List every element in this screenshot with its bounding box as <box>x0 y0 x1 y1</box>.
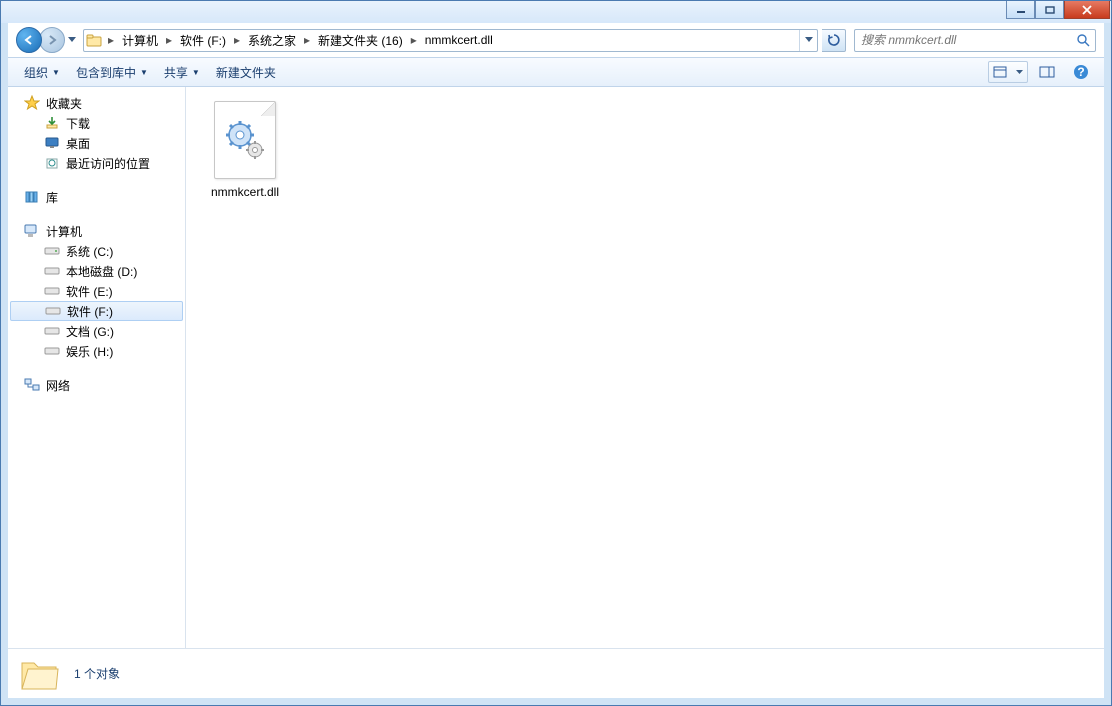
sidebar-item-desktop[interactable]: 桌面 <box>8 133 185 153</box>
sidebar-item-downloads[interactable]: 下载 <box>8 113 185 133</box>
newfolder-label: 新建文件夹 <box>216 64 276 81</box>
nav-history-dropdown[interactable] <box>65 30 79 50</box>
include-in-library-menu[interactable]: 包含到库中 ▼ <box>68 58 156 86</box>
folder-large-icon <box>18 653 60 695</box>
sidebar-item-drive-h[interactable]: 娱乐 (H:) <box>8 341 185 361</box>
address-bar[interactable]: ▸ 计算机▸ 软件 (F:)▸ 系统之家▸ 新建文件夹 (16)▸ nmmkce… <box>83 29 818 52</box>
view-icon <box>993 66 1007 78</box>
drive-icon <box>44 343 60 359</box>
computer-icon <box>24 223 40 239</box>
search-box[interactable] <box>854 29 1096 52</box>
drive-label: 娱乐 (H:) <box>66 343 113 360</box>
new-folder-button[interactable]: 新建文件夹 <box>208 58 284 86</box>
favorites-header[interactable]: 收藏夹 <box>8 93 185 113</box>
sidebar-item-drive-e[interactable]: 软件 (E:) <box>8 281 185 301</box>
sidebar-item-drive-d[interactable]: 本地磁盘 (D:) <box>8 261 185 281</box>
drive-label: 系统 (C:) <box>66 243 113 260</box>
breadcrumb-item[interactable]: 计算机 <box>118 32 162 49</box>
network-label: 网络 <box>46 377 70 394</box>
search-input[interactable] <box>855 33 1071 47</box>
favorites-group: 收藏夹 下载 桌面 最近访问的位置 <box>8 93 185 173</box>
desktop-icon <box>44 135 60 151</box>
drive-label: 软件 (F:) <box>67 303 113 320</box>
organize-label: 组织 <box>24 64 48 81</box>
chevron-right-icon[interactable]: ▸ <box>104 30 118 51</box>
sidebar-item-drive-g[interactable]: 文档 (G:) <box>8 321 185 341</box>
help-icon: ? <box>1073 64 1089 80</box>
include-label: 包含到库中 <box>76 64 136 81</box>
chevron-right-icon[interactable]: ▸ <box>407 30 421 51</box>
chevron-down-icon <box>1016 70 1023 75</box>
command-bar: 组织 ▼ 包含到库中 ▼ 共享 ▼ 新建文件夹 ? <box>8 57 1104 87</box>
sidebar-item-recent[interactable]: 最近访问的位置 <box>8 153 185 173</box>
chevron-down-icon: ▼ <box>52 68 60 77</box>
recent-label: 最近访问的位置 <box>66 155 150 172</box>
downloads-label: 下载 <box>66 115 90 132</box>
library-icon <box>24 189 40 205</box>
breadcrumb-item[interactable]: nmmkcert.dll <box>421 33 497 47</box>
nav-buttons <box>16 27 79 53</box>
back-button[interactable] <box>16 27 42 53</box>
details-pane: 1 个对象 <box>8 648 1104 698</box>
dll-file-icon <box>214 101 276 179</box>
organize-menu[interactable]: 组织 ▼ <box>16 58 68 86</box>
file-list[interactable]: nmmkcert.dll <box>186 87 1104 648</box>
drive-icon <box>44 283 60 299</box>
recent-icon <box>44 155 60 171</box>
share-label: 共享 <box>164 64 188 81</box>
desktop-label: 桌面 <box>66 135 90 152</box>
favorites-label: 收藏夹 <box>46 95 82 112</box>
close-button[interactable] <box>1064 1 1110 19</box>
breadcrumb-item[interactable]: 系统之家 <box>244 32 300 49</box>
maximize-button[interactable] <box>1035 1 1064 19</box>
drive-label: 本地磁盘 (D:) <box>66 263 137 280</box>
star-icon <box>24 95 40 111</box>
nav-bar: ▸ 计算机▸ 软件 (F:)▸ 系统之家▸ 新建文件夹 (16)▸ nmmkce… <box>8 23 1104 57</box>
chevron-right-icon[interactable]: ▸ <box>162 30 176 51</box>
help-button[interactable]: ? <box>1066 61 1096 83</box>
libraries-group: 库 <box>8 187 185 207</box>
drive-icon <box>45 303 61 319</box>
share-menu[interactable]: 共享 ▼ <box>156 58 208 86</box>
title-bar <box>1 1 1111 23</box>
drive-icon <box>44 323 60 339</box>
computer-label: 计算机 <box>46 223 82 240</box>
search-icon[interactable] <box>1071 33 1095 47</box>
explorer-body: 收藏夹 下载 桌面 最近访问的位置 库 <box>8 87 1104 648</box>
drive-label: 软件 (E:) <box>66 283 113 300</box>
preview-pane-button[interactable] <box>1032 61 1062 83</box>
drive-icon <box>44 263 60 279</box>
network-header[interactable]: 网络 <box>8 375 185 395</box>
computer-group: 计算机 系统 (C:) 本地磁盘 (D:) 软件 (E:) 软件 (F:) 文档… <box>8 221 185 361</box>
network-icon <box>24 377 40 393</box>
file-item[interactable]: nmmkcert.dll <box>200 101 290 199</box>
drive-label: 文档 (G:) <box>66 323 114 340</box>
chevron-down-icon: ▼ <box>140 68 148 77</box>
chevron-down-icon: ▼ <box>192 68 200 77</box>
address-dropdown[interactable] <box>799 30 817 51</box>
navigation-pane: 收藏夹 下载 桌面 最近访问的位置 库 <box>8 87 186 648</box>
minimize-button[interactable] <box>1006 1 1035 19</box>
network-group: 网络 <box>8 375 185 395</box>
sidebar-item-drive-f[interactable]: 软件 (F:) <box>10 301 183 321</box>
forward-button[interactable] <box>39 27 65 53</box>
chevron-right-icon[interactable]: ▸ <box>230 30 244 51</box>
status-text: 1 个对象 <box>74 665 120 682</box>
sidebar-item-drive-c[interactable]: 系统 (C:) <box>8 241 185 261</box>
computer-header[interactable]: 计算机 <box>8 221 185 241</box>
refresh-button[interactable] <box>822 29 846 52</box>
breadcrumb-item[interactable]: 新建文件夹 (16) <box>314 32 407 49</box>
svg-text:?: ? <box>1077 65 1084 79</box>
view-options-button[interactable] <box>988 61 1028 83</box>
drive-icon <box>44 243 60 259</box>
folder-icon <box>84 33 104 47</box>
libraries-header[interactable]: 库 <box>8 187 185 207</box>
download-icon <box>44 115 60 131</box>
libraries-label: 库 <box>46 189 58 206</box>
explorer-window: ▸ 计算机▸ 软件 (F:)▸ 系统之家▸ 新建文件夹 (16)▸ nmmkce… <box>0 0 1112 706</box>
chevron-right-icon[interactable]: ▸ <box>300 30 314 51</box>
file-name-label: nmmkcert.dll <box>211 185 279 199</box>
preview-icon <box>1039 66 1055 78</box>
breadcrumb-item[interactable]: 软件 (F:) <box>176 32 230 49</box>
